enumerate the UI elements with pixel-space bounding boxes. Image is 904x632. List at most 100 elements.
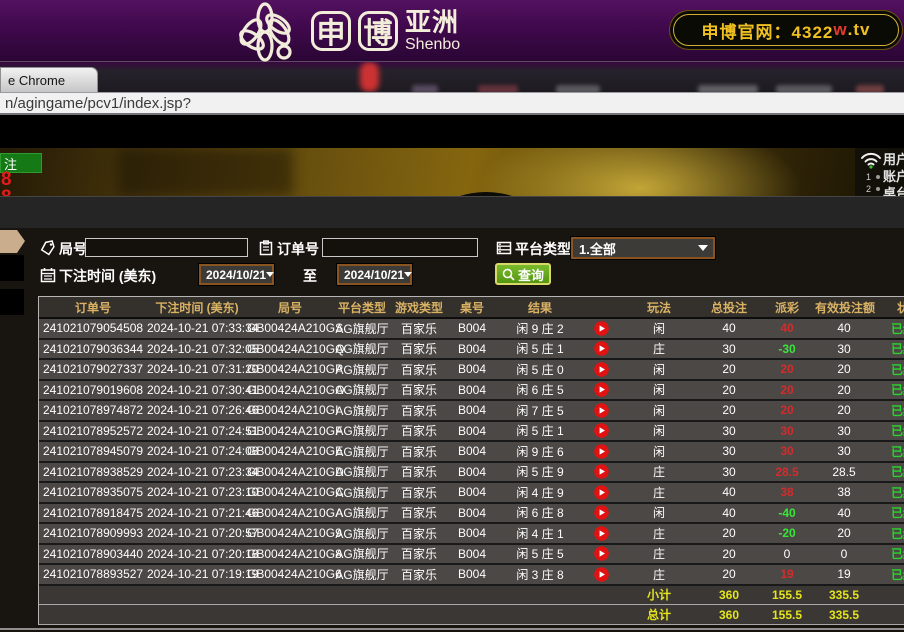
- bet-records-table: 订单号下注时间 (美东)局号平台类型游戏类型桌号结果玩法总投注派彩有效投注额状态…: [39, 297, 904, 625]
- cell-round-id: GB00424A210GE: [247, 441, 333, 462]
- cell-round-id: GB00424A210G6: [247, 564, 333, 585]
- cell-round-id: GB00424A210GS: [247, 318, 333, 339]
- cell-wagertype: 闲: [619, 400, 699, 421]
- sum-status-spacer: [873, 605, 904, 625]
- platform-select[interactable]: 1.全部: [571, 237, 715, 259]
- search-icon: [502, 268, 515, 281]
- cell-wagertype: 庄: [619, 482, 699, 503]
- cell-order-id: 241021078935075: [39, 482, 147, 503]
- side-num-2: 2: [866, 184, 871, 194]
- round-label: 局号: [59, 239, 87, 259]
- play-icon[interactable]: [594, 464, 609, 479]
- order-input[interactable]: [322, 238, 478, 257]
- play-icon[interactable]: [594, 341, 609, 356]
- cell-order-id: 241021079027337: [39, 359, 147, 380]
- cell-result: 闲 5 庄 1: [497, 421, 583, 442]
- cell-table-no: B004: [447, 441, 497, 462]
- platform-label: 平台类型: [515, 239, 571, 259]
- play-icon[interactable]: [594, 505, 609, 520]
- cell-payout: 28.5: [759, 462, 815, 483]
- brand-region: 亚洲: [405, 9, 460, 35]
- cell-status: 已结算: [873, 339, 904, 360]
- cell-platform: AG旗舰厅: [333, 359, 391, 380]
- cell-table-no: B004: [447, 482, 497, 503]
- cell-status: 已结算: [873, 400, 904, 421]
- col-header-order-id: 订单号: [39, 297, 147, 318]
- cell-status: 已结算: [873, 380, 904, 401]
- cell-wagertype: 庄: [619, 564, 699, 585]
- cell-total-bet: 40: [699, 503, 759, 524]
- cell-round-id: GB00424A210GC: [247, 482, 333, 503]
- official-site-banner[interactable]: 申博官网：4322w.tv: [673, 14, 899, 46]
- play-icon[interactable]: [594, 526, 609, 541]
- bet-count: 8: [1, 188, 12, 196]
- table-row: 2410210790545082024-10-21 07:33:34GB0042…: [39, 318, 904, 339]
- wifi-icon: [860, 151, 882, 169]
- round-input[interactable]: [85, 238, 248, 257]
- bet-records-table-wrap: 订单号下注时间 (美东)局号平台类型游戏类型桌号结果玩法总投注派彩有效投注额状态…: [38, 296, 904, 625]
- screen: 申 博 亚洲 Shenbo 申博官网：4322w.tv e Chrome n/a…: [0, 0, 904, 632]
- play-icon[interactable]: [594, 423, 609, 438]
- side-block: [0, 255, 24, 281]
- play-icon[interactable]: [594, 362, 609, 377]
- date-to-select[interactable]: 2024/10/21: [337, 264, 412, 285]
- calendar-icon: [40, 267, 56, 283]
- play-icon[interactable]: [594, 567, 609, 582]
- cell-play: [583, 441, 619, 462]
- cell-table-no: B004: [447, 544, 497, 565]
- cell-bet-time: 2024-10-21 07:26:46: [147, 400, 247, 421]
- cell-payout: 38: [759, 482, 815, 503]
- cell-play: [583, 482, 619, 503]
- col-header-result: 结果: [497, 297, 583, 318]
- cell-play: [583, 462, 619, 483]
- date-from-select[interactable]: 2024/10/21: [199, 264, 274, 285]
- total-row: 总计360155.5335.5: [39, 605, 904, 625]
- table-row: 2410210790196082024-10-21 07:30:41GB0042…: [39, 380, 904, 401]
- play-icon[interactable]: [594, 546, 609, 561]
- address-url: n/agingame/pcv1/index.jsp?: [5, 95, 191, 112]
- search-button[interactable]: 查询: [495, 263, 551, 285]
- table-row: 2410210789385292024-10-21 07:23:34GB0042…: [39, 462, 904, 483]
- main-content: 局号 订单号 平台类型 1.全部 下注: [0, 228, 904, 632]
- cell-payout: 20: [759, 380, 815, 401]
- cell-payout: 40: [759, 318, 815, 339]
- play-icon[interactable]: [594, 485, 609, 500]
- play-icon[interactable]: [594, 382, 609, 397]
- cell-round-id: GB00424A210GA: [247, 503, 333, 524]
- col-header-table-no: 桌号: [447, 297, 497, 318]
- play-icon[interactable]: [594, 444, 609, 459]
- col-header-round-id: 局号: [247, 297, 333, 318]
- cell-total-bet: 20: [699, 564, 759, 585]
- table-row: 2410210790273372024-10-21 07:31:20GB0042…: [39, 359, 904, 380]
- chevron-down-icon: [698, 245, 708, 251]
- cell-platform: AG旗舰厅: [333, 441, 391, 462]
- collapse-handle[interactable]: [0, 230, 25, 253]
- cell-status: 已结算: [873, 523, 904, 544]
- cell-valid-bet: 30: [815, 339, 873, 360]
- cell-round-id: GB00424A210GP: [247, 359, 333, 380]
- platform-select-value: 1.全部: [579, 239, 616, 258]
- cell-wagertype: 闲: [619, 380, 699, 401]
- browser-tab[interactable]: e Chrome: [0, 67, 98, 92]
- col-header-total-bet: 总投注: [699, 297, 759, 318]
- cell-round-id: GB00424A210GQ: [247, 339, 333, 360]
- sum-status-spacer: [873, 585, 904, 605]
- cell-table-no: B004: [447, 359, 497, 380]
- subtotal-payout: 155.5: [759, 585, 815, 605]
- record-indicator: [360, 62, 379, 92]
- cell-status: 已结算: [873, 544, 904, 565]
- to-label: 至: [303, 266, 317, 286]
- cell-round-id: GB00424A210G8: [247, 544, 333, 565]
- address-bar[interactable]: n/agingame/pcv1/index.jsp?: [0, 92, 904, 115]
- cell-total-bet: 30: [699, 421, 759, 442]
- cell-table-no: B004: [447, 400, 497, 421]
- play-icon[interactable]: [594, 403, 609, 418]
- cell-round-id: GB00424A210GD: [247, 462, 333, 483]
- cell-result: 闲 5 庄 5: [497, 544, 583, 565]
- cell-valid-bet: 40: [815, 318, 873, 339]
- play-icon[interactable]: [594, 321, 609, 336]
- list-icon: [496, 240, 512, 256]
- table-row: 2410210789450792024-10-21 07:24:08GB0042…: [39, 441, 904, 462]
- cell-round-id: GB00424A210GI: [247, 400, 333, 421]
- cell-game-type: 百家乐: [391, 359, 447, 380]
